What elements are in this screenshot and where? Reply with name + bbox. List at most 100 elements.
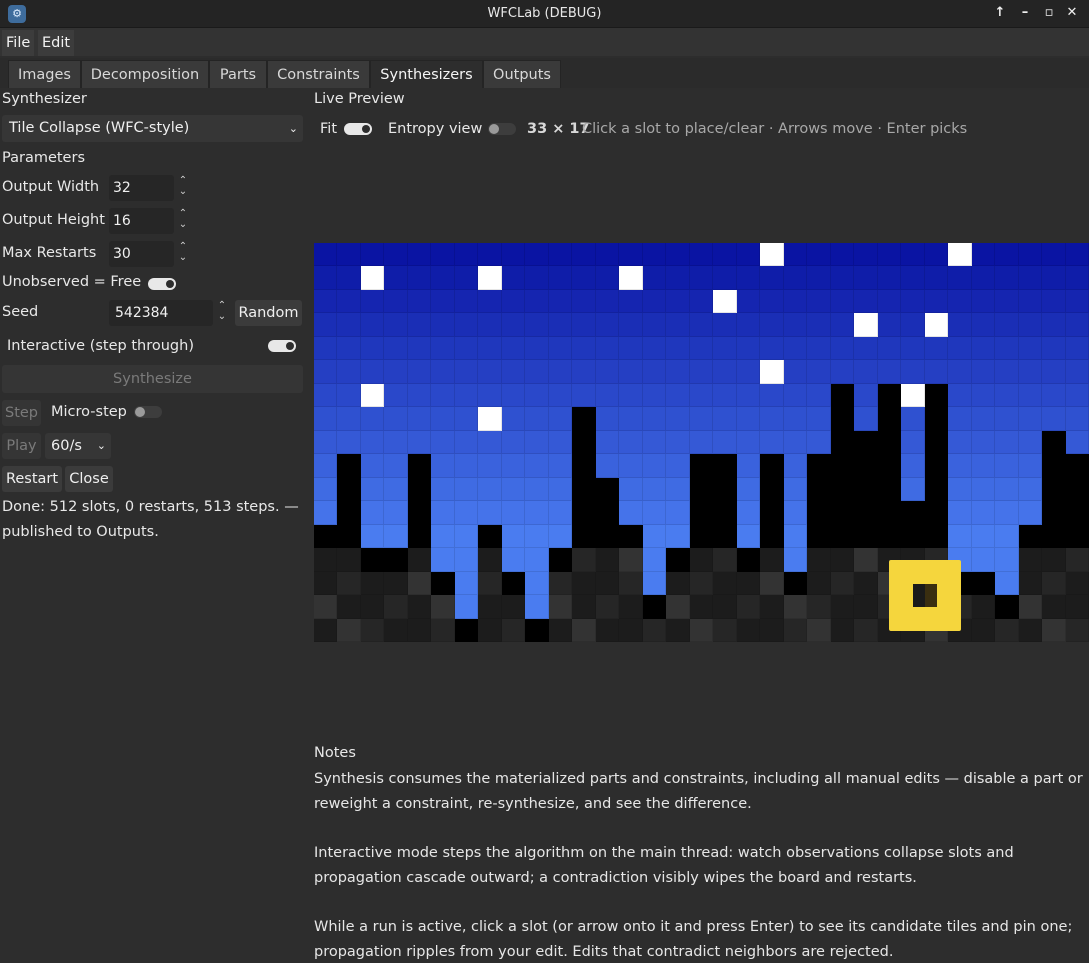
sky-tile[interactable] — [642, 407, 667, 431]
building-tile[interactable] — [666, 548, 690, 572]
star-tile[interactable] — [619, 266, 643, 290]
star-tile[interactable] — [478, 407, 502, 431]
building-tile[interactable] — [548, 618, 573, 642]
sky-tile[interactable] — [619, 454, 643, 478]
sky-tile[interactable] — [689, 407, 714, 431]
sky-tile[interactable] — [877, 243, 902, 267]
building-tile[interactable] — [314, 524, 338, 549]
sky-tile[interactable] — [924, 336, 949, 361]
sky-tile[interactable] — [1065, 383, 1089, 408]
star-tile[interactable] — [360, 266, 385, 290]
sky-tile[interactable] — [830, 266, 855, 290]
building-tile[interactable] — [619, 595, 643, 619]
sky-tile[interactable] — [478, 360, 502, 384]
maximize-button[interactable]: ▫ — [1040, 4, 1058, 22]
sky-tile[interactable] — [666, 266, 690, 290]
building-tile[interactable] — [501, 595, 526, 619]
building-tile[interactable] — [525, 618, 549, 642]
building-tile[interactable] — [360, 618, 385, 642]
building-tile[interactable] — [901, 501, 925, 525]
building-tile[interactable] — [854, 477, 878, 502]
sky-tile[interactable] — [454, 595, 479, 619]
building-tile[interactable] — [760, 595, 784, 619]
sky-tile[interactable] — [501, 360, 526, 384]
sky-tile[interactable] — [877, 266, 902, 290]
sky-tile[interactable] — [807, 336, 831, 361]
sky-tile[interactable] — [1065, 360, 1089, 384]
building-tile[interactable] — [1065, 477, 1089, 502]
fit-toggle[interactable] — [344, 123, 372, 135]
sky-tile[interactable] — [619, 289, 643, 314]
sky-tile[interactable] — [384, 266, 408, 290]
sky-tile[interactable] — [548, 243, 573, 267]
building-tile[interactable] — [1065, 595, 1089, 619]
sky-tile[interactable] — [1018, 336, 1043, 361]
output-height-stepper-icon[interactable]: ⌃ ⌄ — [177, 208, 189, 234]
sky-tile[interactable] — [337, 266, 361, 290]
building-tile[interactable] — [619, 524, 643, 549]
building-tile[interactable] — [548, 548, 573, 572]
sky-tile[interactable] — [877, 360, 902, 384]
sky-tile[interactable] — [407, 383, 432, 408]
sky-tile[interactable] — [572, 313, 596, 337]
sky-tile[interactable] — [525, 595, 549, 619]
sky-tile[interactable] — [572, 289, 596, 314]
building-tile[interactable] — [760, 501, 784, 525]
sky-tile[interactable] — [760, 430, 784, 455]
building-tile[interactable] — [854, 548, 878, 572]
sky-tile[interactable] — [666, 454, 690, 478]
building-tile[interactable] — [314, 571, 338, 596]
sky-tile[interactable] — [971, 383, 996, 408]
sky-tile[interactable] — [924, 289, 949, 314]
sky-tile[interactable] — [407, 430, 432, 455]
building-tile[interactable] — [830, 477, 855, 502]
building-tile[interactable] — [1042, 618, 1066, 642]
sky-tile[interactable] — [689, 243, 714, 267]
sky-tile[interactable] — [314, 454, 338, 478]
sky-tile[interactable] — [924, 243, 949, 267]
building-tile[interactable] — [595, 501, 620, 525]
sky-tile[interactable] — [619, 336, 643, 361]
building-tile[interactable] — [407, 477, 432, 502]
sky-tile[interactable] — [525, 477, 549, 502]
sky-tile[interactable] — [548, 313, 573, 337]
sky-tile[interactable] — [666, 430, 690, 455]
sky-tile[interactable] — [760, 289, 784, 314]
building-tile[interactable] — [407, 571, 432, 596]
sky-tile[interactable] — [783, 524, 808, 549]
building-tile[interactable] — [478, 571, 502, 596]
sky-tile[interactable] — [478, 454, 502, 478]
minimize-button[interactable]: – — [1016, 4, 1034, 22]
sky-tile[interactable] — [360, 501, 385, 525]
sky-tile[interactable] — [407, 360, 432, 384]
sky-tile[interactable] — [360, 430, 385, 455]
building-tile[interactable] — [1042, 430, 1066, 455]
building-tile[interactable] — [995, 618, 1019, 642]
sky-tile[interactable] — [548, 383, 573, 408]
sky-tile[interactable] — [642, 571, 667, 596]
building-tile[interactable] — [572, 618, 596, 642]
building-tile[interactable] — [548, 595, 573, 619]
building-tile[interactable] — [572, 454, 596, 478]
sky-tile[interactable] — [384, 501, 408, 525]
sky-tile[interactable] — [454, 407, 479, 431]
sky-tile[interactable] — [478, 477, 502, 502]
sky-tile[interactable] — [360, 289, 385, 314]
building-tile[interactable] — [431, 571, 455, 596]
sky-tile[interactable] — [783, 430, 808, 455]
building-tile[interactable] — [360, 571, 385, 596]
sky-tile[interactable] — [736, 524, 761, 549]
sky-tile[interactable] — [1065, 430, 1089, 455]
building-tile[interactable] — [431, 618, 455, 642]
star-tile[interactable] — [948, 243, 972, 267]
sky-tile[interactable] — [478, 336, 502, 361]
sky-tile[interactable] — [595, 383, 620, 408]
building-tile[interactable] — [337, 571, 361, 596]
sky-tile[interactable] — [431, 548, 455, 572]
building-tile[interactable] — [384, 571, 408, 596]
building-tile[interactable] — [572, 524, 596, 549]
building-tile[interactable] — [736, 571, 761, 596]
sky-tile[interactable] — [619, 477, 643, 502]
building-tile[interactable] — [830, 430, 855, 455]
building-tile[interactable] — [1065, 501, 1089, 525]
